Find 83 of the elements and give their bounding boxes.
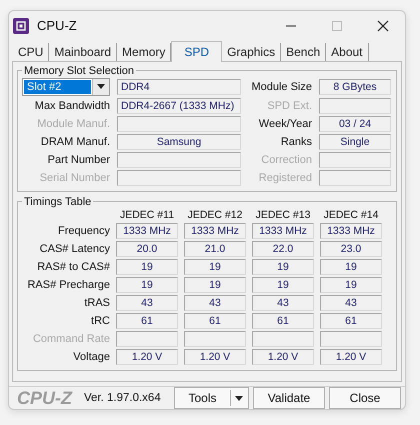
field-label: Part Number — [46, 154, 110, 166]
dropdown-arrow-icon — [235, 396, 243, 400]
tab[interactable]: Mainboard — [49, 42, 118, 61]
field-label: Correction — [260, 154, 312, 166]
table-cell: 1.20 V — [116, 348, 178, 365]
tab[interactable]: About — [326, 42, 368, 61]
tab[interactable]: CPU — [13, 42, 50, 61]
table-cell: 22.0 — [252, 240, 314, 257]
group-title: Timings Table — [23, 196, 92, 208]
table-cell: 19 — [184, 258, 246, 275]
field-label: Module Manuf. — [36, 118, 110, 130]
row-label: tRC — [90, 314, 110, 327]
table-cell: 61 — [116, 312, 178, 329]
table-cell — [184, 330, 246, 347]
column-header: JEDEC #11 — [118, 208, 176, 221]
value-field: 03 / 24 — [319, 116, 391, 132]
field-label: Registered — [258, 172, 312, 184]
table-cell: 19 — [320, 258, 382, 275]
table-cell: 1.20 V — [184, 348, 246, 365]
table-cell: 1.20 V — [252, 348, 314, 365]
chip-icon — [13, 18, 29, 34]
value-field: Samsung — [117, 134, 241, 150]
value-field: Single — [319, 134, 391, 150]
table-cell: 61 — [184, 312, 246, 329]
value-field — [319, 98, 391, 114]
row-label: RAS# Precharge — [26, 278, 110, 291]
table-cell: 19 — [116, 258, 178, 275]
table-cell: 20.0 — [116, 240, 178, 257]
field-label: Max Bandwidth — [34, 100, 110, 112]
table-cell: 1.20 V — [320, 348, 382, 365]
table-cell: 19 — [252, 258, 314, 275]
field-label: Serial Number — [38, 172, 110, 184]
memory-type-field: DDR4 — [117, 78, 241, 95]
value-field — [319, 152, 391, 168]
table-cell: 19 — [184, 276, 246, 293]
table-cell: 19 — [252, 276, 314, 293]
table-cell: 61 — [320, 312, 382, 329]
footer-button[interactable]: Close — [329, 387, 401, 409]
value-field: 8 GBytes — [319, 78, 391, 95]
field-label: Module Size — [250, 80, 312, 93]
tab[interactable]: Graphics — [222, 42, 282, 61]
value-field: DDR4-2667 (1333 MHz) — [117, 98, 241, 114]
field-label: DRAM Manuf. — [40, 136, 110, 148]
slot-dropdown[interactable]: Slot #2 — [22, 78, 110, 96]
tab[interactable]: SPD — [171, 40, 222, 62]
window-title: CPU-Z — [37, 18, 77, 34]
table-cell: 1333 MHz — [184, 222, 246, 239]
close-icon[interactable] — [377, 20, 389, 32]
field-label: Ranks — [280, 136, 312, 148]
tools-button[interactable]: Tools — [174, 387, 249, 409]
table-cell: 43 — [116, 294, 178, 311]
dropdown-arrow-icon — [97, 84, 105, 90]
footer-button[interactable]: Validate — [253, 387, 325, 409]
table-cell: 43 — [320, 294, 382, 311]
row-label: CAS# Latency — [38, 242, 110, 255]
column-header: JEDEC #14 — [322, 208, 380, 221]
row-label: tRAS — [83, 296, 110, 309]
table-cell — [320, 330, 382, 347]
row-label: RAS# to CAS# — [36, 260, 110, 273]
table-cell: 43 — [252, 294, 314, 311]
table-cell: 61 — [252, 312, 314, 329]
table-cell: 43 — [184, 294, 246, 311]
table-cell: 19 — [320, 276, 382, 293]
table-cell: 1333 MHz — [116, 222, 178, 239]
table-cell: 1333 MHz — [320, 222, 382, 239]
tab[interactable]: Bench — [281, 42, 326, 61]
logo-text: CPU-Z — [17, 388, 72, 408]
version-text: Ver. 1.97.0.x64 — [84, 392, 161, 404]
row-label: Command Rate — [32, 332, 110, 345]
table-cell: 1333 MHz — [252, 222, 314, 239]
field-label: Week/Year — [258, 118, 312, 130]
row-label: Frequency — [57, 224, 110, 237]
table-cell: 23.0 — [320, 240, 382, 257]
table-cell: 21.0 — [184, 240, 246, 257]
table-cell — [252, 330, 314, 347]
column-header: JEDEC #13 — [254, 208, 312, 221]
row-label: Voltage — [72, 350, 110, 363]
table-cell — [116, 330, 178, 347]
group-title: Memory Slot Selection — [23, 64, 136, 77]
field-label: SPD Ext. — [266, 100, 312, 112]
value-field — [319, 170, 391, 186]
column-header: JEDEC #12 — [186, 208, 244, 221]
table-cell: 19 — [116, 276, 178, 293]
